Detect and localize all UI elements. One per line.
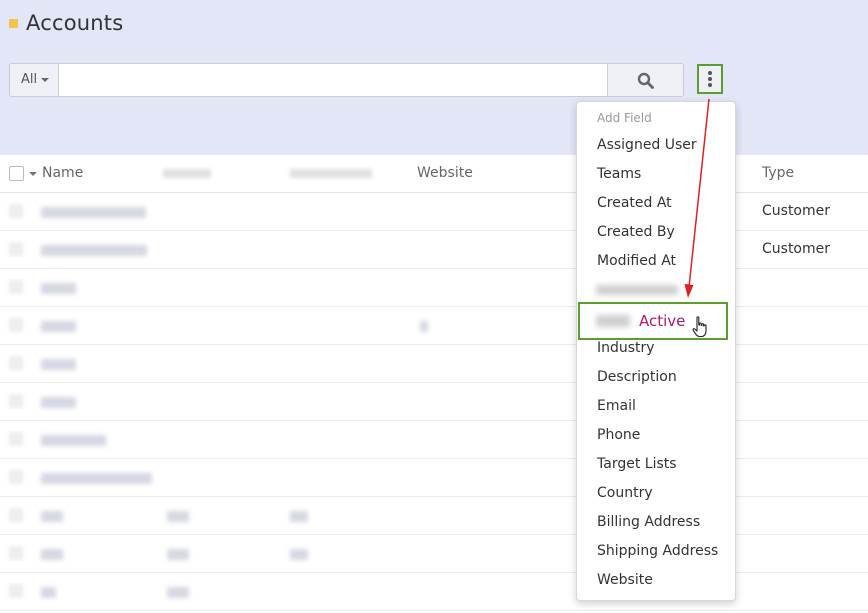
row-checkbox[interactable]: [9, 318, 23, 332]
table-row: [0, 345, 868, 383]
menu-header: Add Field: [597, 111, 652, 125]
scope-label: All: [21, 72, 38, 87]
search-button[interactable]: [607, 63, 684, 97]
table-row: [0, 383, 868, 421]
column-header-website[interactable]: Website: [417, 165, 473, 181]
menu-item-created-by[interactable]: Created By: [597, 224, 675, 240]
menu-item-website[interactable]: Website: [597, 572, 653, 588]
kebab-menu-icon: [708, 71, 712, 89]
redacted-cell: [167, 587, 189, 598]
title-marker: [9, 19, 18, 28]
row-checkbox[interactable]: [9, 356, 23, 370]
table-row: [0, 421, 868, 459]
search-input[interactable]: [58, 63, 608, 97]
table-row: Customer: [0, 193, 868, 231]
menu-item-target-lists[interactable]: Target Lists: [597, 456, 677, 472]
redacted-name[interactable]: [41, 511, 63, 522]
redacted-cell: [290, 549, 308, 560]
menu-item-created-at[interactable]: Created At: [597, 195, 672, 211]
redacted-name[interactable]: [41, 245, 147, 256]
table-row: [0, 459, 868, 497]
redacted-name[interactable]: [41, 473, 152, 484]
column-header-type[interactable]: Type: [762, 165, 794, 181]
column-header-redacted: [163, 169, 211, 178]
select-caret-icon[interactable]: [29, 172, 37, 176]
menu-item-active-highlighted[interactable]: Active: [578, 302, 728, 340]
row-checkbox[interactable]: [9, 584, 23, 598]
menu-item-billing-address[interactable]: Billing Address: [597, 514, 700, 530]
redacted-cell: [167, 549, 189, 560]
column-header-name[interactable]: Name: [42, 165, 83, 181]
row-checkbox[interactable]: [9, 280, 23, 294]
redacted-name[interactable]: [41, 435, 106, 446]
cell-type: Customer: [762, 203, 831, 219]
menu-item-email[interactable]: Email: [597, 398, 636, 414]
menu-item-active-label: Active: [639, 312, 686, 330]
redacted-website: [420, 321, 428, 332]
row-checkbox[interactable]: [9, 204, 23, 218]
redacted-name[interactable]: [41, 397, 76, 408]
table-row: [0, 307, 868, 345]
menu-item-shipping-address[interactable]: Shipping Address: [597, 543, 718, 559]
cell-type: Customer: [762, 241, 831, 257]
table-row: [0, 535, 868, 573]
search-icon: [637, 72, 654, 89]
menu-item-redacted[interactable]: [596, 285, 678, 295]
menu-item-description[interactable]: Description: [597, 369, 677, 385]
table-row: [0, 269, 868, 307]
redacted-name[interactable]: [41, 321, 76, 332]
row-checkbox[interactable]: [9, 546, 23, 560]
menu-item-modified-at[interactable]: Modified At: [597, 253, 676, 269]
table-row: [0, 497, 868, 535]
table-row: Customer: [0, 231, 868, 269]
table-header: Name Website Type: [0, 155, 868, 193]
redacted-cell: [290, 511, 308, 522]
page-title: Accounts: [26, 11, 124, 35]
redacted-prefix: [596, 315, 630, 327]
search-bar: All: [9, 63, 684, 97]
row-checkbox[interactable]: [9, 394, 23, 408]
table-row: [0, 573, 868, 611]
redacted-cell: [167, 511, 189, 522]
redacted-name[interactable]: [41, 283, 76, 294]
caret-down-icon: [41, 77, 50, 82]
menu-item-assigned-user[interactable]: Assigned User: [597, 137, 697, 153]
add-field-menu-button[interactable]: [697, 64, 723, 94]
row-checkbox[interactable]: [9, 508, 23, 522]
menu-item-country[interactable]: Country: [597, 485, 653, 501]
redacted-name[interactable]: [41, 207, 146, 218]
row-checkbox[interactable]: [9, 470, 23, 484]
menu-item-teams[interactable]: Teams: [597, 166, 641, 182]
hand-cursor-icon: [692, 316, 707, 338]
column-header-redacted: [290, 169, 372, 178]
row-checkbox[interactable]: [9, 432, 23, 446]
redacted-name[interactable]: [41, 587, 56, 598]
redacted-name[interactable]: [41, 359, 76, 370]
menu-item-industry[interactable]: Industry: [597, 340, 655, 356]
add-field-dropdown: Add Field Assigned User Teams Created At…: [576, 101, 736, 601]
redacted-name[interactable]: [41, 549, 63, 560]
select-all-checkbox[interactable]: [9, 166, 24, 181]
row-checkbox[interactable]: [9, 242, 23, 256]
menu-item-phone[interactable]: Phone: [597, 427, 640, 443]
